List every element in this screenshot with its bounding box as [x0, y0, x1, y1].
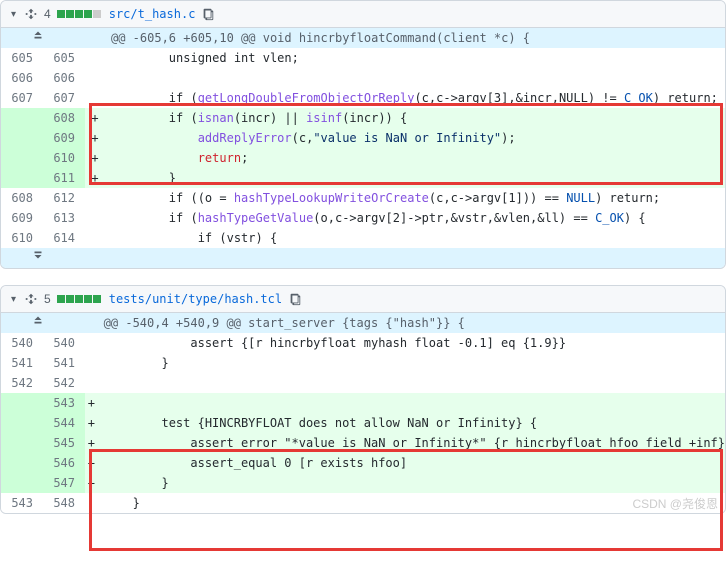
changes-count: 5: [44, 292, 51, 306]
diff-table: @@ -605,6 +605,10 @@ void hincrbyfloatCo…: [1, 28, 725, 268]
diff-line: 610614 if (vstr) {: [1, 228, 725, 248]
copy-icon[interactable]: [288, 292, 302, 306]
diff-line: 540540 assert {[r hincrbyfloat myhash fl…: [1, 333, 725, 353]
diff-line: 605605 unsigned int vlen;: [1, 48, 725, 68]
chevron-down-icon[interactable]: ▾: [11, 294, 16, 305]
diff-table: @@ -540,4 +540,9 @@ start_server {tags {…: [1, 313, 725, 513]
copy-icon[interactable]: [201, 7, 215, 21]
diff-line-added: 608+ if (isnan(incr) || isinf(incr)) {: [1, 108, 725, 128]
file-block: ▾ 5 tests/unit/type/hash.tcl @@ -540,4 +…: [0, 285, 726, 514]
file-path[interactable]: tests/unit/type/hash.tcl: [109, 292, 282, 306]
file-block: ▾ 4 src/t_hash.c @@ -605,6 +605,10 @@ vo…: [0, 0, 726, 269]
expand-up-icon[interactable]: [1, 313, 85, 333]
code-line: return;: [105, 148, 725, 168]
diff-line-added: 610+ return;: [1, 148, 725, 168]
diff-line-added: 611+ }: [1, 168, 725, 188]
diff-line-added: 547+ }: [1, 473, 725, 493]
hunk-header-row: @@ -540,4 +540,9 @@ start_server {tags {…: [1, 313, 725, 333]
file-header[interactable]: ▾ 4 src/t_hash.c: [1, 1, 725, 28]
hunk-header-text: @@ -540,4 +540,9 @@ start_server {tags {…: [98, 313, 725, 333]
expand-all-icon[interactable]: [24, 292, 38, 306]
diff-line: 609613 if (hashTypeGetValue(o,c->argv[2]…: [1, 208, 725, 228]
diff-line: 607607 if (getLongDoubleFromObjectOrRepl…: [1, 88, 725, 108]
diff-line: 543548 }: [1, 493, 725, 513]
code-line: addReplyError(c,"value is NaN or Infinit…: [105, 128, 725, 148]
expand-all-icon[interactable]: [24, 7, 38, 21]
code-line: if (hashTypeGetValue(o,c->argv[2]->ptr,&…: [105, 208, 725, 228]
diff-line-added: 546+ assert_equal 0 [r exists hfoo]: [1, 453, 725, 473]
diff-line: 608612 if ((o = hashTypeLookupWriteOrCre…: [1, 188, 725, 208]
diff-container: ▾ 4 src/t_hash.c @@ -605,6 +605,10 @@ vo…: [0, 0, 726, 514]
changes-count: 4: [44, 7, 51, 21]
diff-line: 606606: [1, 68, 725, 88]
code-line: if ((o = hashTypeLookupWriteOrCreate(c,c…: [105, 188, 725, 208]
chevron-down-icon[interactable]: ▾: [11, 9, 16, 20]
diff-stat-boxes: [57, 295, 101, 303]
diff-line-added: 545+ assert_error "*value is NaN or Infi…: [1, 433, 725, 453]
code-line: if (getLongDoubleFromObjectOrReply(c,c->…: [105, 88, 725, 108]
diff-stat-boxes: [57, 10, 101, 18]
file-path[interactable]: src/t_hash.c: [109, 7, 196, 21]
diff-line-added: 609+ addReplyError(c,"value is NaN or In…: [1, 128, 725, 148]
diff-line-added: 543+: [1, 393, 725, 413]
expand-down-icon[interactable]: [1, 248, 85, 268]
diff-line: 541541 }: [1, 353, 725, 373]
code-line: if (isnan(incr) || isinf(incr)) {: [105, 108, 725, 128]
hunk-header-row: @@ -605,6 +605,10 @@ void hincrbyfloatCo…: [1, 28, 725, 48]
file-header[interactable]: ▾ 5 tests/unit/type/hash.tcl: [1, 286, 725, 313]
diff-line: 542542: [1, 373, 725, 393]
expand-up-icon[interactable]: [1, 28, 85, 48]
diff-line-added: 544+ test {HINCRBYFLOAT does not allow N…: [1, 413, 725, 433]
hunk-header-text: @@ -605,6 +605,10 @@ void hincrbyfloatCo…: [105, 28, 725, 48]
hunk-expand-row: [1, 248, 725, 268]
